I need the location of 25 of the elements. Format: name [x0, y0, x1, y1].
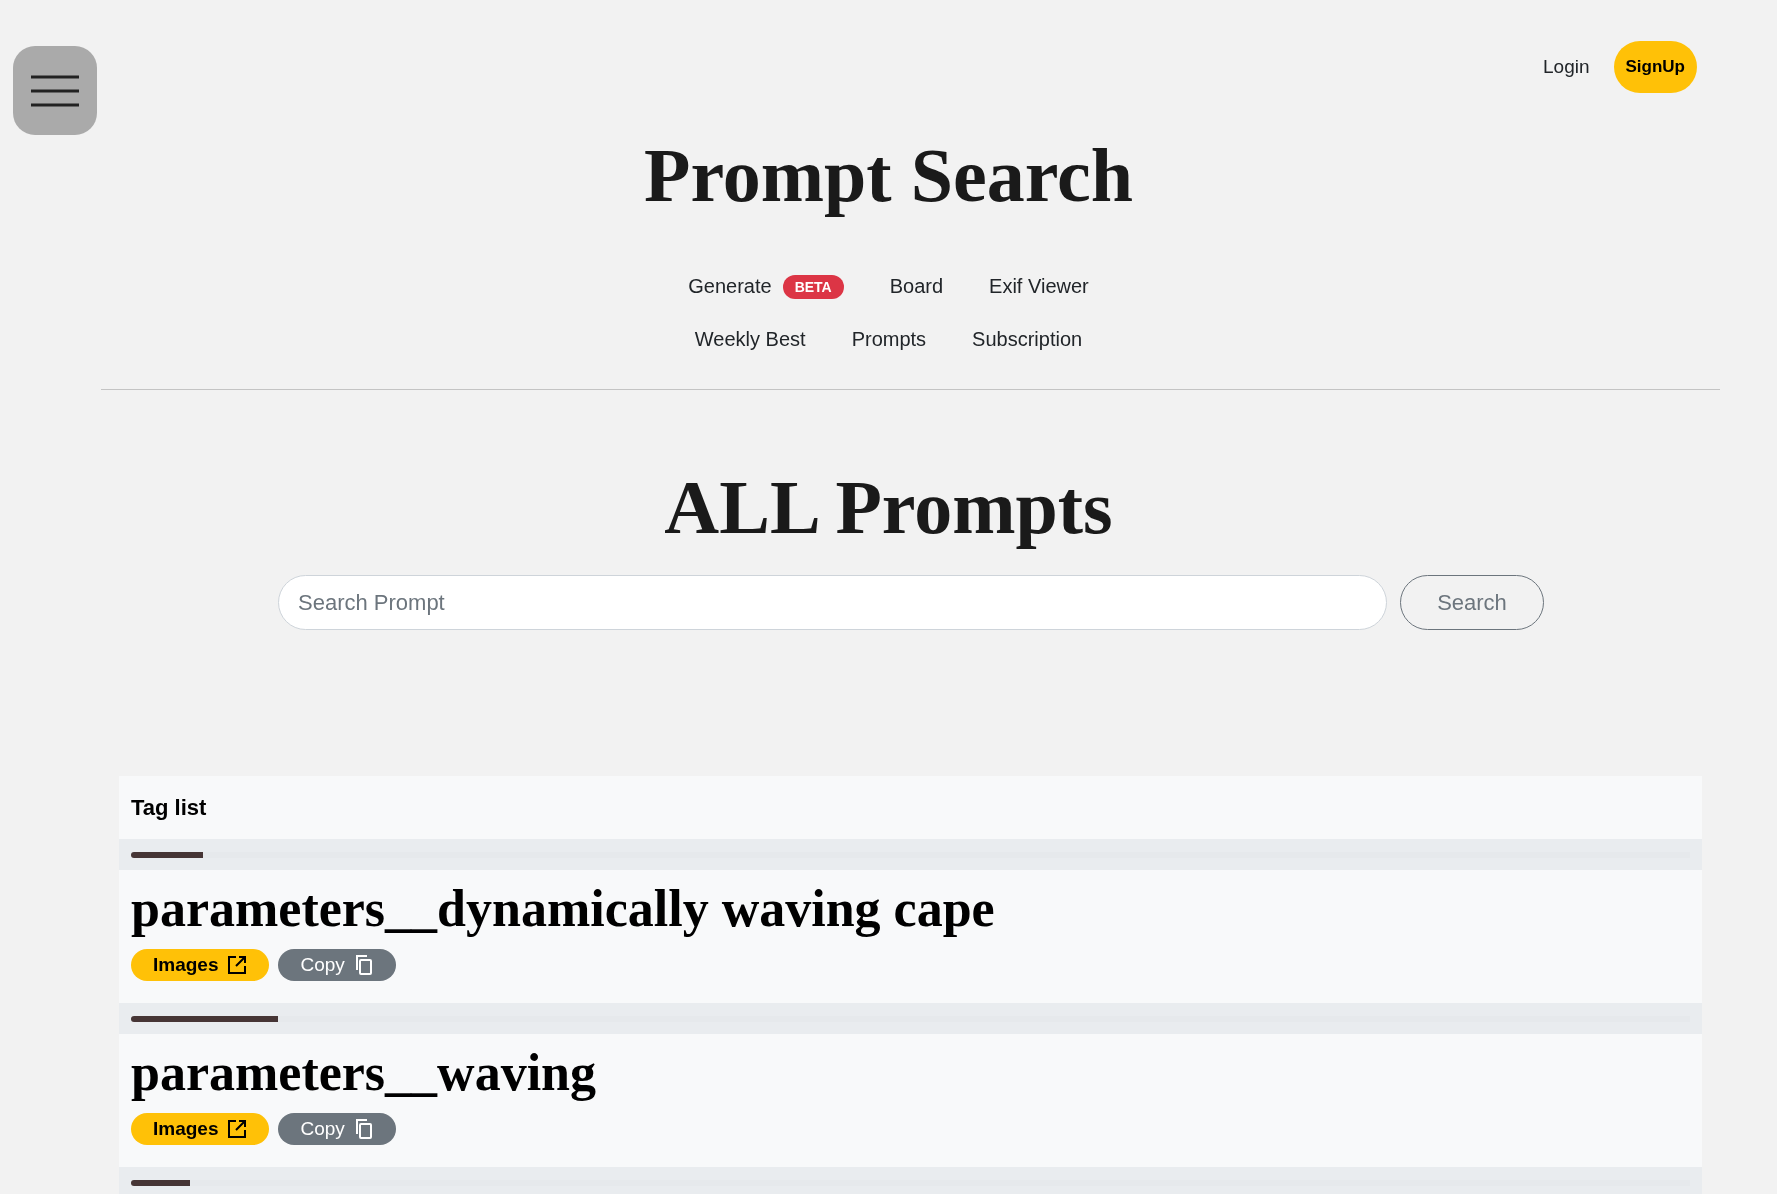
- images-button[interactable]: Images: [131, 1112, 270, 1145]
- copy-button[interactable]: Copy: [278, 948, 396, 981]
- images-button[interactable]: Images: [131, 948, 270, 981]
- signup-button[interactable]: SignUp: [1613, 41, 1697, 93]
- external-link-icon: [227, 1118, 248, 1139]
- page-heading: ALL Prompts: [663, 464, 1114, 552]
- external-link-icon: [227, 954, 248, 975]
- nav-link[interactable]: Prompts: [851, 328, 927, 352]
- nav-link[interactable]: Subscription: [972, 328, 1083, 352]
- nav-link[interactable]: Generate: [688, 275, 772, 299]
- nav-link[interactable]: Exif Viewer: [989, 275, 1089, 299]
- copy-icon: [353, 954, 374, 975]
- tag-list-title: Tag list: [130, 793, 208, 822]
- copy-button[interactable]: Copy: [278, 1112, 396, 1145]
- beta-badge: BETA: [782, 274, 844, 299]
- menu-icon: [31, 74, 79, 107]
- site-title: Prompt Search: [643, 132, 1134, 219]
- login-link[interactable]: Login: [1543, 56, 1590, 78]
- search-field[interactable]: Search Prompt: [278, 575, 1387, 631]
- tag-name: parameters__waving: [131, 1043, 598, 1104]
- tag-name: parameters__dynamically waving cape: [131, 879, 996, 940]
- nav-link[interactable]: Weekly Best: [694, 328, 806, 352]
- nav-link[interactable]: Board: [889, 275, 944, 299]
- copy-icon: [353, 1118, 374, 1139]
- menu-button[interactable]: [13, 46, 97, 135]
